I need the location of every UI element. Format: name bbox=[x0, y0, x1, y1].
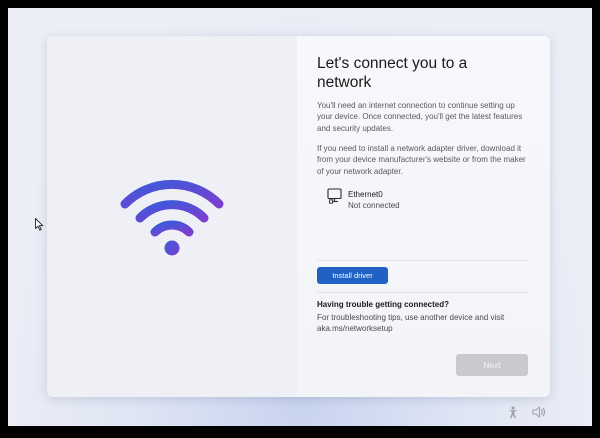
network-item-ethernet0[interactable]: Ethernet0 Not connected bbox=[327, 188, 447, 214]
install-driver-button[interactable]: Install driver bbox=[317, 267, 388, 284]
wifi-icon bbox=[120, 179, 224, 256]
description-text: You'll need an internet connection to co… bbox=[317, 101, 523, 133]
page-title: Let's connect you to a network bbox=[317, 55, 468, 91]
troubleshooting-heading: Having trouble getting connected? bbox=[317, 300, 450, 309]
troubleshooting-text: For troubleshooting tips, use another de… bbox=[317, 313, 505, 334]
content-pane: Let's connect you to a network You'll ne… bbox=[317, 36, 529, 397]
monitor-icon bbox=[327, 188, 342, 204]
driver-info-text: If you need to install a network adapter… bbox=[317, 144, 526, 176]
accessibility-icon[interactable] bbox=[506, 405, 520, 419]
divider bbox=[317, 260, 528, 261]
illustration-pane bbox=[47, 36, 297, 397]
mouse-cursor-icon bbox=[35, 218, 44, 231]
setup-card: Let's connect you to a network You'll ne… bbox=[47, 36, 550, 397]
network-name: Ethernet0 bbox=[348, 190, 383, 199]
volume-icon[interactable] bbox=[532, 406, 546, 418]
next-button[interactable]: Next bbox=[456, 354, 528, 376]
divider bbox=[317, 292, 528, 293]
network-status: Not connected bbox=[348, 201, 400, 210]
oobe-screen: Let's connect you to a network You'll ne… bbox=[8, 8, 592, 426]
